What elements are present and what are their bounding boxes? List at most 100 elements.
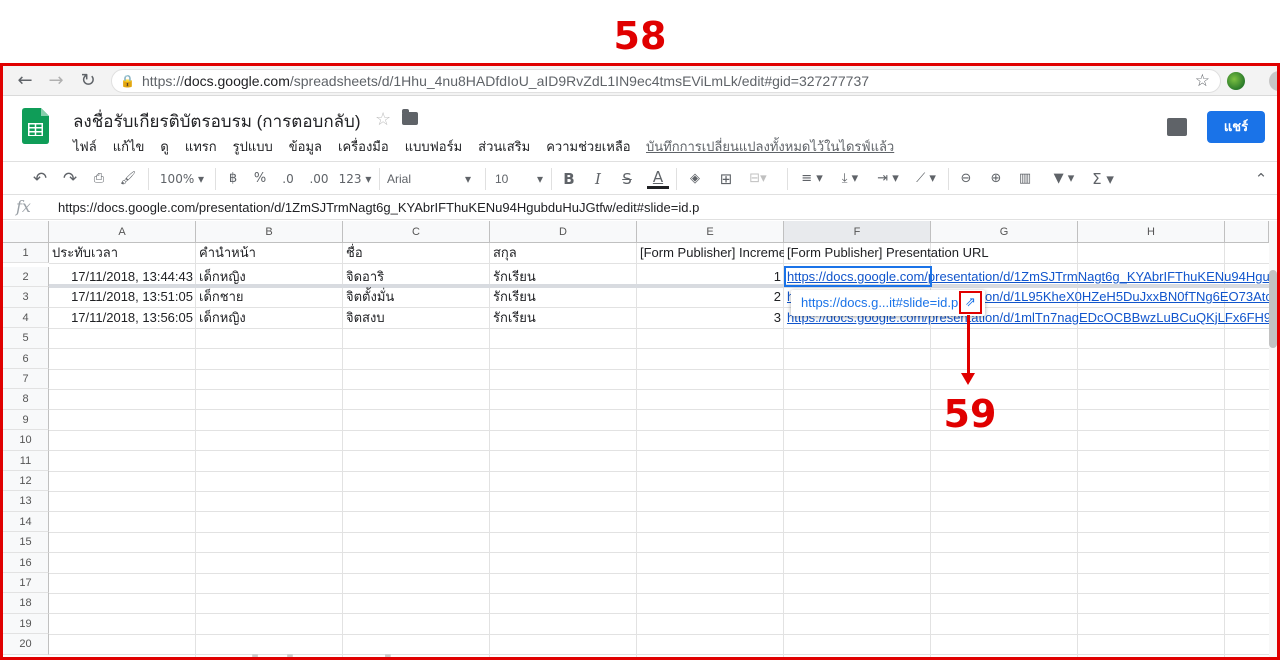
select-all-corner[interactable] bbox=[3, 221, 49, 243]
row-header[interactable]: 18 bbox=[3, 593, 49, 614]
comment-icon[interactable] bbox=[1167, 118, 1187, 136]
scrollbar-thumb[interactable] bbox=[1269, 270, 1277, 348]
cell-a2[interactable]: 17/11/2018, 13:44:43 bbox=[49, 267, 196, 287]
paint-format-icon[interactable]: 🖌 bbox=[116, 167, 140, 191]
share-button[interactable]: แชร์ bbox=[1207, 111, 1265, 143]
row-header[interactable]: 1 bbox=[3, 243, 49, 264]
menu-addons[interactable]: ส่วนเสริม bbox=[478, 136, 530, 157]
merge-cells-icon[interactable]: ⊟▾ bbox=[745, 167, 771, 191]
cell-b2[interactable]: เด็กหญิง bbox=[196, 267, 343, 287]
undo-icon[interactable]: ↶ bbox=[27, 167, 53, 191]
cell-f1[interactable]: [Form Publisher] Presentation URL bbox=[784, 243, 1078, 263]
last-edit-status[interactable]: บันทึกการเปลี่ยนแปลงทั้งหมดไว้ในไดรฟ์แล้… bbox=[646, 136, 894, 157]
vertical-align-icon[interactable]: ⤓ ▾ bbox=[833, 167, 867, 191]
cell-c4[interactable]: จิตสงบ bbox=[343, 308, 490, 328]
cell-a4[interactable]: 17/11/2018, 13:56:05 bbox=[49, 308, 196, 328]
redo-icon[interactable]: ↷ bbox=[57, 167, 83, 191]
forward-icon[interactable]: → bbox=[44, 69, 68, 93]
profile-avatar[interactable] bbox=[1269, 71, 1277, 91]
menu-edit[interactable]: แก้ไข bbox=[113, 136, 145, 157]
row-header[interactable]: 8 bbox=[3, 389, 49, 410]
cell-b3[interactable]: เด็กชาย bbox=[196, 287, 343, 307]
column-header-i[interactable] bbox=[1225, 221, 1269, 243]
menu-help[interactable]: ความช่วยเหลือ bbox=[546, 136, 630, 157]
row-header[interactable]: 16 bbox=[3, 552, 49, 573]
cell-b4[interactable]: เด็กหญิง bbox=[196, 308, 343, 328]
currency-format-button[interactable]: ฿ bbox=[223, 167, 243, 191]
strikethrough-button[interactable]: S bbox=[616, 167, 638, 191]
bold-button[interactable]: B bbox=[558, 167, 580, 191]
link-preview-url[interactable]: https://docs.g...it#slide=id.p bbox=[801, 295, 958, 310]
increase-decimal-button[interactable]: .00 bbox=[306, 167, 332, 191]
column-header-d[interactable]: D bbox=[490, 221, 637, 243]
column-header-e[interactable]: E bbox=[637, 221, 784, 243]
row-header[interactable]: 9 bbox=[3, 409, 49, 431]
row-header[interactable]: 17 bbox=[3, 573, 49, 594]
cell-d3[interactable]: รักเรียน bbox=[490, 287, 637, 307]
menu-form[interactable]: แบบฟอร์ม bbox=[405, 136, 462, 157]
cell-c2[interactable]: จิดอาริ bbox=[343, 267, 490, 287]
back-icon[interactable]: ← bbox=[13, 69, 37, 93]
cell-a1[interactable]: ประทับเวลา bbox=[49, 243, 196, 263]
cell-e4[interactable]: 3 bbox=[637, 308, 784, 328]
cell-a3[interactable]: 17/11/2018, 13:51:05 bbox=[49, 287, 196, 307]
borders-icon[interactable]: ⊞ bbox=[715, 167, 737, 191]
row-header[interactable]: 10 bbox=[3, 430, 49, 451]
menu-view[interactable]: ดู bbox=[160, 136, 168, 157]
cell-e3[interactable]: 2 bbox=[637, 287, 784, 307]
row-header[interactable]: 4 bbox=[3, 307, 49, 329]
filter-icon[interactable]: ▼ ▾ bbox=[1044, 167, 1084, 191]
extension-icon[interactable] bbox=[1227, 72, 1245, 90]
column-header-a[interactable]: A bbox=[49, 221, 196, 243]
column-header-c[interactable]: C bbox=[343, 221, 490, 243]
cell-d2[interactable]: รักเรียน bbox=[490, 267, 637, 287]
row-header[interactable]: 2 bbox=[3, 267, 49, 288]
row-header[interactable]: 20 bbox=[3, 634, 49, 655]
row-header[interactable]: 13 bbox=[3, 491, 49, 512]
row-header[interactable]: 6 bbox=[3, 348, 49, 369]
horizontal-align-icon[interactable]: ≡ ▾ bbox=[795, 167, 829, 191]
fill-color-icon[interactable]: ◈ bbox=[684, 167, 706, 191]
more-formats-select[interactable]: 123 ▾ bbox=[336, 167, 374, 191]
insert-comment-icon[interactable]: ⊕ bbox=[985, 167, 1007, 191]
menu-data[interactable]: ข้อมูล bbox=[289, 136, 322, 157]
menu-insert[interactable]: แทรก bbox=[185, 136, 217, 157]
cell-c1[interactable]: ชื่อ bbox=[343, 243, 490, 263]
percent-format-button[interactable]: % bbox=[250, 167, 270, 191]
star-icon[interactable]: ☆ bbox=[375, 109, 391, 130]
menu-tools[interactable]: เครื่องมือ bbox=[338, 136, 389, 157]
formula-input[interactable]: https://docs.google.com/presentation/d/1… bbox=[58, 200, 699, 215]
cell-e2[interactable]: 1 bbox=[637, 267, 784, 287]
font-size-select[interactable]: 10 ▾ bbox=[495, 167, 547, 191]
sheets-logo-icon[interactable] bbox=[22, 108, 49, 144]
decrease-decimal-button[interactable]: .0 bbox=[278, 167, 298, 191]
insert-link-icon[interactable]: ⊖ bbox=[955, 167, 977, 191]
zoom-select[interactable]: 100% ▾ bbox=[155, 167, 209, 191]
column-header-f[interactable]: F bbox=[784, 221, 931, 243]
row-header[interactable]: 15 bbox=[3, 532, 49, 553]
italic-button[interactable]: I bbox=[587, 167, 609, 191]
column-header-g[interactable]: G bbox=[931, 221, 1078, 243]
functions-button[interactable]: Σ ▾ bbox=[1086, 167, 1120, 191]
row-header[interactable]: 14 bbox=[3, 511, 49, 533]
font-family-select[interactable]: Arial ▾ bbox=[387, 167, 475, 191]
cell-c3[interactable]: จิตตั้งมั่น bbox=[343, 287, 490, 307]
row-header[interactable]: 11 bbox=[3, 450, 49, 471]
cell-e1[interactable]: [Form Publisher] Increme bbox=[637, 243, 784, 263]
menu-format[interactable]: รูปแบบ bbox=[233, 136, 273, 157]
row-header[interactable]: 3 bbox=[3, 287, 49, 308]
row-header[interactable]: 19 bbox=[3, 613, 49, 635]
folder-icon[interactable] bbox=[402, 109, 418, 125]
insert-chart-icon[interactable]: ▥ bbox=[1014, 167, 1036, 191]
open-in-new-icon[interactable]: ⇗ bbox=[959, 291, 982, 314]
bookmark-star-icon[interactable]: ☆ bbox=[1195, 71, 1210, 91]
cell-b1[interactable]: คำนำหน้า bbox=[196, 243, 343, 263]
column-header-h[interactable]: H bbox=[1078, 221, 1225, 243]
collapse-toolbar-icon[interactable]: ⌃ bbox=[1250, 167, 1272, 191]
reload-icon[interactable]: ↻ bbox=[76, 69, 100, 93]
print-icon[interactable]: ⎙ bbox=[87, 167, 111, 191]
menu-file[interactable]: ไฟล์ bbox=[73, 136, 97, 157]
cell-d1[interactable]: สกุล bbox=[490, 243, 637, 263]
cell-d4[interactable]: รักเรียน bbox=[490, 308, 637, 328]
text-rotation-icon[interactable]: ⟋ ▾ bbox=[909, 167, 943, 191]
